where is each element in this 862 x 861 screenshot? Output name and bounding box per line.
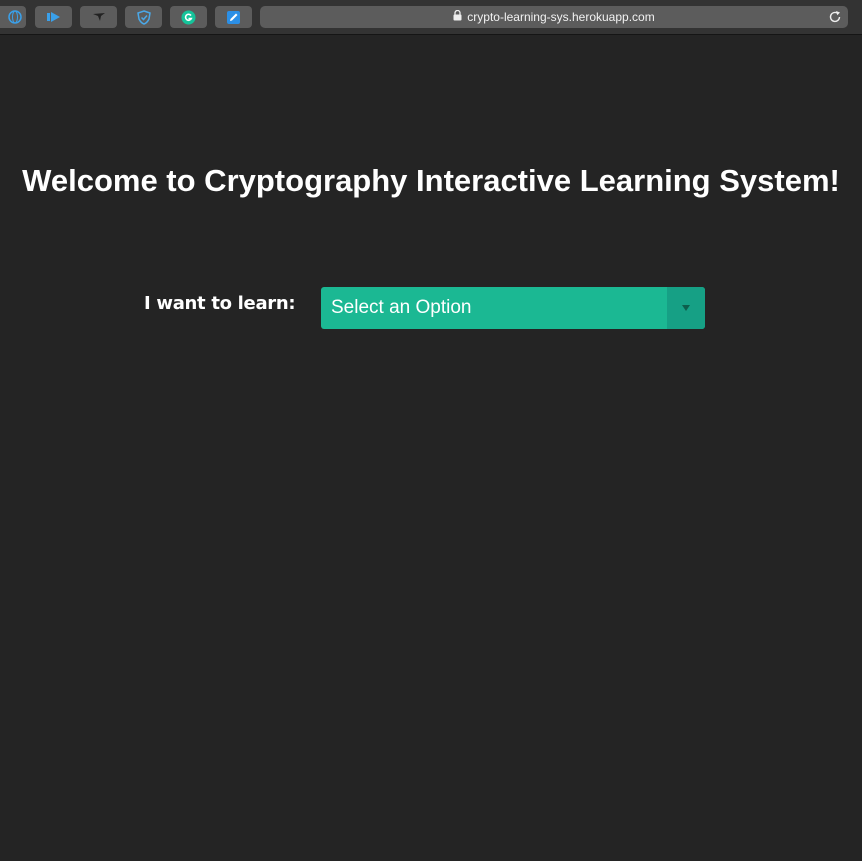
lock-icon	[453, 9, 462, 24]
bird-icon	[92, 11, 106, 23]
select-arrow-button[interactable]	[667, 287, 705, 329]
globe-icon	[8, 10, 22, 24]
extension-grammarly-button[interactable]	[170, 6, 207, 28]
shield-icon	[136, 9, 151, 25]
dropdown-arrow-icon	[681, 299, 691, 317]
extension-notes-button[interactable]	[215, 6, 252, 28]
reload-icon[interactable]	[828, 10, 842, 29]
learn-label: I want to learn:	[144, 293, 296, 314]
screencast-icon	[46, 11, 62, 23]
topic-select[interactable]: Select an Option	[321, 287, 705, 329]
extension-shield-button[interactable]	[125, 6, 162, 28]
page-title: Welcome to Cryptography Interactive Lear…	[22, 163, 840, 198]
page-content: Welcome to Cryptography Interactive Lear…	[0, 36, 862, 861]
extension-globe-button[interactable]	[0, 6, 26, 28]
notes-icon	[226, 10, 241, 25]
grammarly-icon	[181, 10, 196, 25]
extension-screencast-button[interactable]	[35, 6, 72, 28]
url-text: crypto-learning-sys.herokuapp.com	[467, 10, 655, 24]
select-placeholder: Select an Option	[331, 297, 472, 318]
address-bar[interactable]: crypto-learning-sys.herokuapp.com	[260, 6, 848, 28]
extension-bird-button[interactable]	[80, 6, 117, 28]
browser-toolbar: crypto-learning-sys.herokuapp.com	[0, 0, 862, 35]
